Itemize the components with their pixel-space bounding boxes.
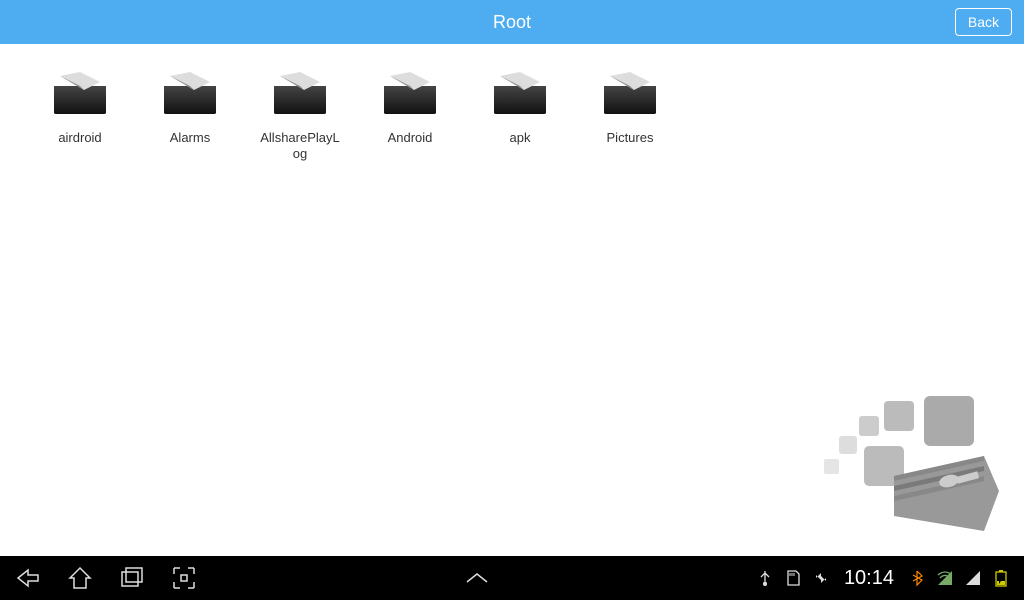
bluetooth-icon <box>908 569 926 587</box>
sdcard-icon <box>784 569 802 587</box>
back-nav-icon[interactable] <box>14 564 42 592</box>
wifi-icon <box>936 569 954 587</box>
battery-icon <box>992 569 1010 587</box>
folder-icon <box>162 72 218 116</box>
folder-label: Alarms <box>170 130 210 146</box>
back-button[interactable]: Back <box>955 8 1012 36</box>
usb-icon <box>756 569 774 587</box>
folder-label: Pictures <box>607 130 654 146</box>
header-bar: Root Back <box>0 0 1024 44</box>
folder-item-pictures[interactable]: Pictures <box>590 72 670 161</box>
navigation-bar: 10:14 <box>0 556 1024 600</box>
folder-item-airdroid[interactable]: airdroid <box>40 72 120 161</box>
folder-grid: airdroid Alarms AllsharePlayLog <box>20 72 1004 161</box>
folder-label: AllsharePlayLog <box>260 130 340 161</box>
folder-icon <box>52 72 108 116</box>
screenshot-nav-icon[interactable] <box>170 564 198 592</box>
content-area: airdroid Alarms AllsharePlayLog <box>0 44 1024 556</box>
folder-label: airdroid <box>58 130 101 146</box>
status-group: 10:14 <box>756 567 1010 590</box>
page-title: Root <box>493 12 531 33</box>
recent-nav-icon[interactable] <box>118 564 146 592</box>
folder-icon <box>382 72 438 116</box>
signal-icon <box>964 569 982 587</box>
sync-icon <box>812 569 830 587</box>
home-nav-icon[interactable] <box>66 564 94 592</box>
folder-item-alarms[interactable]: Alarms <box>150 72 230 161</box>
folder-label: apk <box>510 130 531 146</box>
folder-item-apk[interactable]: apk <box>480 72 560 161</box>
folder-item-android[interactable]: Android <box>370 72 450 161</box>
folder-icon <box>272 72 328 116</box>
folder-label: Android <box>388 130 433 146</box>
nav-left-group <box>14 564 198 592</box>
status-time: 10:14 <box>844 567 894 590</box>
watermark-logo <box>804 391 1004 541</box>
folder-icon <box>492 72 548 116</box>
folder-item-allshareplaylog[interactable]: AllsharePlayLog <box>260 72 340 161</box>
expand-nav-icon[interactable] <box>463 564 491 592</box>
folder-icon <box>602 72 658 116</box>
nav-center <box>198 564 756 592</box>
